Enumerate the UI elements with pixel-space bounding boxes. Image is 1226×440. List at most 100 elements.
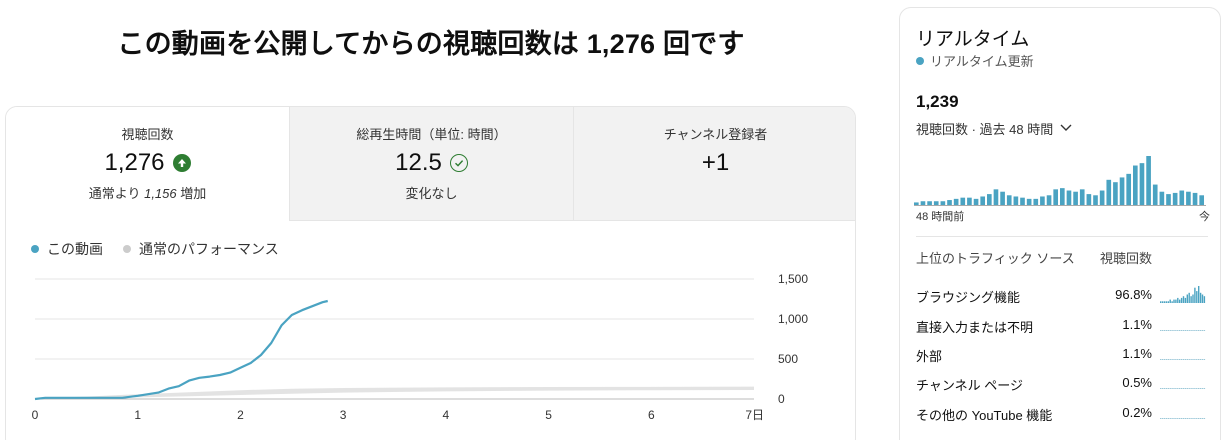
sparkline-bar xyxy=(1182,359,1185,360)
metric-value: +1 xyxy=(701,149,730,176)
check-circle-icon xyxy=(449,154,468,172)
sparkline-bar xyxy=(1203,296,1206,303)
realtime-bar xyxy=(1093,195,1098,206)
realtime-bar xyxy=(980,196,986,206)
realtime-bar xyxy=(1179,190,1185,206)
realtime-bar xyxy=(1013,196,1019,206)
sparkline-bar xyxy=(1177,330,1179,331)
sparkline-bar xyxy=(1188,388,1190,389)
metric-comparison: 変化なし xyxy=(405,186,458,201)
sparkline-bar xyxy=(1196,388,1198,389)
sparkline-bar xyxy=(1180,388,1183,389)
realtime-count: 1,239 xyxy=(916,92,959,111)
sparkline-bar xyxy=(1171,388,1173,389)
realtime-period-selector[interactable]: 視聴回数 · 過去 48 時間 xyxy=(916,119,1073,138)
sparkline-bar xyxy=(1165,388,1168,389)
sparkline-bar xyxy=(1179,299,1181,303)
traffic-sparkline xyxy=(1160,388,1206,389)
sparkline-bar xyxy=(1160,359,1162,360)
sparkline-bar xyxy=(1184,418,1187,419)
sparkline-bar xyxy=(1173,330,1175,331)
traffic-source-name: チャンネル ページ xyxy=(916,378,1023,393)
sparkline-bar xyxy=(1196,291,1198,303)
traffic-source-name: 外部 xyxy=(916,349,943,364)
traffic-sparkline xyxy=(1160,330,1206,331)
sparkline-bar xyxy=(1182,418,1185,419)
sparkline-bar xyxy=(1184,388,1187,389)
traffic-source-percent: 96.8% xyxy=(1115,287,1152,302)
sparkline-bar xyxy=(1161,301,1164,303)
sparkline-bar xyxy=(1167,330,1169,331)
sparkline-bar xyxy=(1160,301,1162,303)
metric-tab-views[interactable]: 視聴回数 1,276 通常より 1,156 増加 xyxy=(6,107,290,221)
realtime-bar xyxy=(960,197,966,206)
realtime-bar xyxy=(1159,191,1165,206)
sparkline-bar xyxy=(1175,330,1177,331)
sparkline-bar xyxy=(1182,296,1185,303)
realtime-card: リアルタイム リアルタイム更新 1,239 視聴回数 · 過去 48 時間 48… xyxy=(899,7,1221,440)
sparkline-bar xyxy=(1167,418,1169,419)
sparkline-bar xyxy=(1192,388,1194,389)
sparkline-bar xyxy=(1163,301,1166,303)
realtime-bar xyxy=(1040,196,1045,206)
sparkline-bar xyxy=(1163,388,1166,389)
arrow-up-icon xyxy=(172,154,191,172)
typical-performance-band xyxy=(35,386,754,399)
sparkline-bar xyxy=(1186,330,1188,331)
sparkline-bar xyxy=(1201,418,1204,419)
sparkline-bar xyxy=(1203,359,1206,360)
metric-label: チャンネル登録者 xyxy=(663,127,768,142)
sparkline-bar xyxy=(1186,418,1188,419)
traffic-source-row: 直接入力または不明 1.1% xyxy=(916,317,1212,337)
sparkline-bar xyxy=(1169,330,1171,331)
realtime-bar xyxy=(1079,189,1085,206)
sparkline-bar xyxy=(1188,292,1190,303)
traffic-source-name: ブラウジング機能 xyxy=(916,290,1021,305)
realtime-bar xyxy=(1006,195,1012,206)
sparkline-bar xyxy=(1192,359,1194,360)
traffic-source-percent: 1.1% xyxy=(1122,317,1152,332)
y-tick-label: 1,000 xyxy=(778,312,808,326)
sparkline-bar xyxy=(1165,359,1168,360)
x-tick-label: 5 xyxy=(545,408,552,422)
sparkline-bar xyxy=(1179,388,1181,389)
traffic-source-percent: 1.1% xyxy=(1122,346,1152,361)
traffic-source-name: 直接入力または不明 xyxy=(916,320,1034,335)
sparkline-bar xyxy=(1203,388,1206,389)
sparkline-bar xyxy=(1186,359,1188,360)
sparkline-bar xyxy=(1201,388,1204,389)
sparkline-bar xyxy=(1201,330,1204,331)
realtime-bar xyxy=(1086,194,1092,206)
realtime-bar-chart xyxy=(914,156,1206,206)
sparkline-bar xyxy=(1201,294,1204,303)
sparkline-bar xyxy=(1198,359,1200,360)
realtime-bar xyxy=(1139,163,1145,206)
sparkline-bar xyxy=(1160,418,1162,419)
sparkline-bar xyxy=(1165,330,1168,331)
traffic-sparkline xyxy=(1160,286,1206,303)
sparkline-bar xyxy=(1169,359,1171,360)
realtime-bar xyxy=(1106,179,1112,206)
metric-label: 視聴回数 xyxy=(121,127,174,142)
sparkline-bar xyxy=(1161,388,1164,389)
live-dot-icon xyxy=(916,56,924,65)
sparkline-bar xyxy=(1192,418,1194,419)
sparkline-bar xyxy=(1169,388,1171,389)
sparkline-bar xyxy=(1203,330,1206,331)
sparkline-bar xyxy=(1199,418,1202,419)
x-tick-label: 4 xyxy=(443,408,450,422)
sparkline-bar xyxy=(1186,294,1188,303)
sparkline-bar xyxy=(1184,297,1187,303)
realtime-bar xyxy=(1113,182,1118,206)
sparkline-bar xyxy=(1175,418,1177,419)
sparkline-bar xyxy=(1167,388,1169,389)
realtime-bar xyxy=(1152,184,1158,206)
x-tick-label: 7日 xyxy=(745,408,764,422)
sparkline-bar xyxy=(1163,330,1166,331)
metric-tab-subscribers[interactable]: チャンネル登録者 +1 xyxy=(574,107,855,221)
sparkline-bar xyxy=(1171,418,1173,419)
legend-typical: 通常のパフォーマンス xyxy=(123,239,279,259)
legend-dot-this-video xyxy=(31,245,39,253)
metric-tab-watch-time[interactable]: 総再生時間（単位: 時間） 12.5 変化なし xyxy=(290,107,574,221)
realtime-bar xyxy=(1026,198,1032,206)
